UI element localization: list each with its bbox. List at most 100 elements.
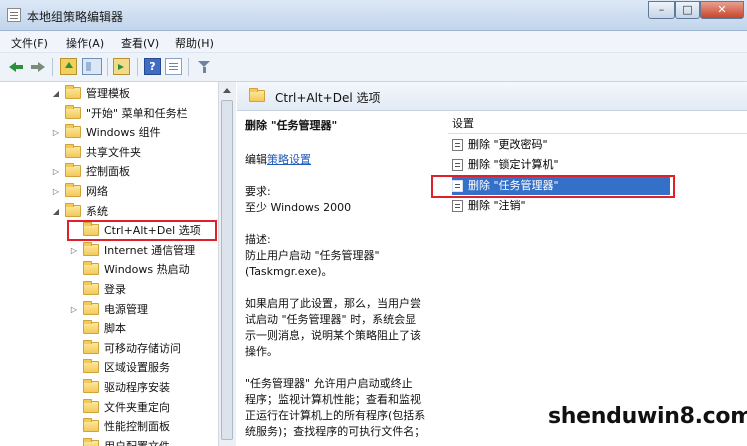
- export-list-icon[interactable]: [113, 58, 130, 75]
- edit-policy-link[interactable]: 策略设置: [267, 153, 311, 166]
- menu-view[interactable]: 查看(V): [121, 35, 159, 51]
- description-line: 正运行在计算机上的所有程序(包括系: [245, 409, 426, 422]
- description-line: 示一则消息，说明某个策略阻止了该: [245, 329, 421, 342]
- edit-prefix: 编辑: [245, 153, 267, 166]
- folder-icon: [83, 359, 99, 373]
- setting-label: 删除 "注销": [468, 199, 526, 212]
- forward-arrow-icon[interactable]: [29, 58, 46, 75]
- folder-icon: [83, 418, 99, 432]
- requirements-label: 要求:: [245, 185, 271, 198]
- toolbar-divider: [107, 58, 108, 76]
- tree-item-label: Windows 热启动: [104, 263, 190, 276]
- folder-icon: [83, 242, 99, 256]
- tree-item-label: 脚本: [104, 322, 126, 335]
- tree-item-label: 网络: [86, 185, 108, 198]
- navigation-tree: ◢ 管理模板 "开始" 菜单和任务栏 ▷ Windows 组件 共享文件夹 ▷ 控制面板 ▷ 网络…: [0, 82, 219, 446]
- folder-icon: [65, 85, 81, 99]
- folder-icon: [83, 399, 99, 413]
- tree-item-label: 驱动程序安装: [104, 381, 170, 394]
- tree-item-label: 登录: [104, 283, 126, 296]
- details-title: Ctrl+Alt+Del 选项: [275, 91, 381, 105]
- policy-setting-icon: [452, 200, 463, 212]
- setting-title: 删除 "任务管理器": [245, 119, 338, 132]
- maximize-button[interactable]: □: [675, 1, 700, 19]
- tree-item-label: "开始" 菜单和任务栏: [86, 107, 188, 120]
- menu-bar: 文件(F) 操作(A) 查看(V) 帮助(H): [0, 31, 747, 52]
- tree-item-label: Windows 组件: [86, 126, 161, 139]
- tree-item-label: 可移动存储访问: [104, 342, 181, 355]
- collapsed-arrow-icon[interactable]: ▷: [51, 162, 61, 181]
- requirements-value: 至少 Windows 2000: [245, 201, 352, 214]
- description-line: 试启动 "任务管理器" 时，系统会显: [245, 313, 417, 326]
- policy-setting-icon: [452, 159, 463, 171]
- tree-item-label: 用户配置文件: [104, 437, 170, 446]
- minimize-button[interactable]: –: [648, 1, 675, 19]
- tree-item-label: 性能控制面板: [104, 420, 170, 433]
- policy-setting-icon: [452, 139, 463, 151]
- folder-icon: [65, 203, 81, 217]
- window-title: 本地组策略编辑器: [27, 10, 124, 24]
- expanded-arrow-icon[interactable]: ◢: [51, 202, 61, 221]
- folder-icon: [83, 261, 99, 275]
- folder-icon: [83, 281, 99, 295]
- tree-item-label: 文件夹重定向: [104, 401, 170, 414]
- title-bar: 本地组策略编辑器 – □ ✕: [0, 0, 747, 31]
- toolbar-divider: [188, 58, 189, 76]
- description-line: 统服务)；查找程序的可执行文件名；: [245, 425, 426, 438]
- collapsed-arrow-icon[interactable]: ▷: [69, 300, 79, 319]
- collapsed-arrow-icon[interactable]: ▷: [69, 241, 79, 260]
- scroll-thumb[interactable]: [221, 100, 233, 440]
- header-divider: [448, 133, 747, 134]
- description-line: 操作。: [245, 345, 278, 358]
- settings-list: 设置 删除 "更改密码" 删除 "锁定计算机" 删除 "注销": [448, 112, 747, 446]
- policy-editor-icon: [7, 8, 21, 22]
- tree-item-label: 共享文件夹: [86, 146, 141, 159]
- tree-scrollbar[interactable]: [218, 82, 236, 446]
- description-line: 防止用户启动 "任务管理器": [245, 249, 380, 262]
- description-line: 程序；监视计算机性能；查看和监视: [245, 393, 421, 406]
- folder-icon: [83, 379, 99, 393]
- toolbar-divider: [52, 58, 53, 76]
- folder-icon: [65, 124, 81, 138]
- setting-label: 删除 "更改密码": [468, 138, 548, 151]
- tree-item-label: Internet 通信管理: [104, 244, 196, 257]
- folder-icon: [65, 105, 81, 119]
- folder-icon: [65, 163, 81, 177]
- tree-item-label: 系统: [86, 205, 108, 218]
- details-header: Ctrl+Alt+Del 选项: [237, 82, 747, 111]
- folder-icon: [249, 88, 265, 102]
- expanded-arrow-icon[interactable]: ◢: [51, 84, 61, 103]
- help-icon[interactable]: ?: [144, 58, 161, 75]
- close-button[interactable]: ✕: [700, 1, 744, 19]
- toolbar: ?: [0, 52, 747, 82]
- filter-icon[interactable]: [196, 58, 213, 75]
- up-folder-icon[interactable]: [60, 58, 77, 75]
- description-line: (Taskmgr.exe)。: [245, 265, 333, 278]
- folder-icon: [83, 320, 99, 334]
- highlight-box-tree: [67, 220, 217, 241]
- description-pane: 删除 "任务管理器" 编辑策略设置 要求: 至少 Windows 2000 描述…: [245, 118, 440, 440]
- description-line: "任务管理器" 允许用户启动或终止: [245, 377, 413, 390]
- settings-column-header[interactable]: 设置: [452, 115, 474, 131]
- show-tree-icon[interactable]: [82, 58, 102, 75]
- collapsed-arrow-icon[interactable]: ▷: [51, 123, 61, 142]
- properties-view-icon[interactable]: [165, 58, 182, 75]
- menu-action[interactable]: 操作(A): [66, 35, 104, 51]
- description-line: 如果启用了此设置，那么，当用户尝: [245, 297, 421, 310]
- description-label: 描述:: [245, 233, 271, 246]
- highlight-box-setting: [431, 175, 675, 198]
- folder-icon: [65, 144, 81, 158]
- folder-icon: [83, 301, 99, 315]
- tree-item-label: 管理模板: [86, 87, 130, 100]
- tree-item-label: 控制面板: [86, 165, 130, 178]
- scroll-up-icon[interactable]: [223, 88, 231, 93]
- setting-label: 删除 "锁定计算机": [468, 158, 559, 171]
- back-arrow-icon[interactable]: [8, 58, 25, 75]
- tree-item-label: 电源管理: [104, 303, 148, 316]
- folder-icon: [65, 183, 81, 197]
- watermark: shenduwin8.com: [548, 404, 747, 429]
- menu-file[interactable]: 文件(F): [11, 35, 48, 51]
- tree-item-label: 区域设置服务: [104, 361, 170, 374]
- collapsed-arrow-icon[interactable]: ▷: [51, 182, 61, 201]
- menu-help[interactable]: 帮助(H): [175, 35, 214, 51]
